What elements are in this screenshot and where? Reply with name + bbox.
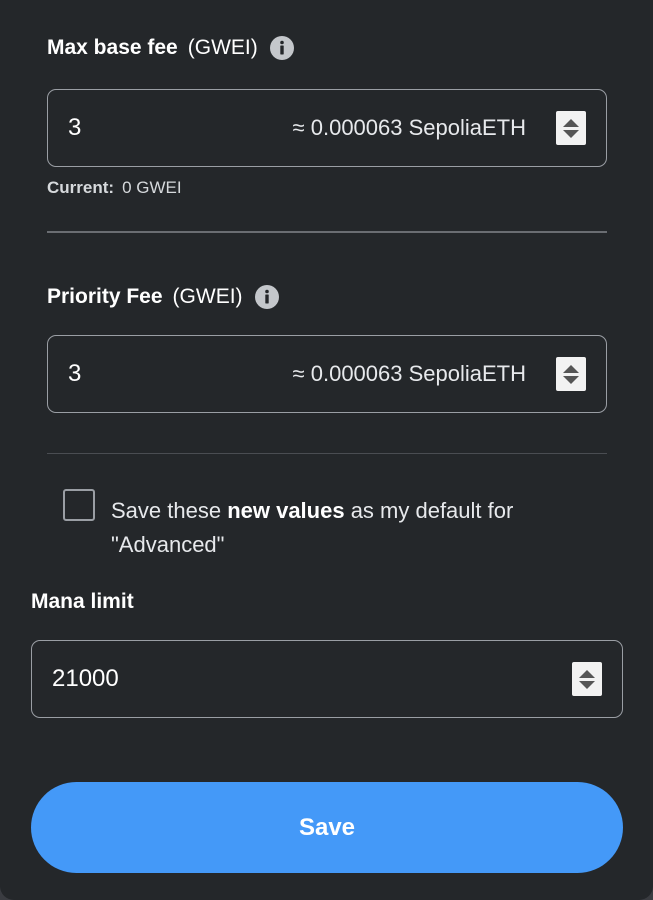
priority-fee-label: Priority Fee (47, 285, 163, 308)
current-base-fee: Current: 0 GWEI (47, 178, 182, 198)
advanced-gas-panel: Max base fee (GWEI) 3 ≈ 0.000063 Sepolia… (0, 0, 653, 900)
info-circle-icon[interactable] (254, 285, 279, 309)
priority-fee-stepper[interactable] (556, 357, 586, 391)
save-default-text-bold: new values (227, 498, 345, 523)
section-divider (47, 231, 607, 233)
current-label: Current: (47, 178, 115, 197)
save-default-text: Save these new values as my default for … (111, 494, 601, 562)
max-base-fee-input[interactable]: 3 ≈ 0.000063 SepoliaETH (47, 89, 607, 167)
priority-fee-value[interactable]: 3 (68, 360, 81, 388)
mana-limit-label: Mana limit (31, 590, 134, 613)
max-base-fee-value[interactable]: 3 (68, 114, 81, 142)
mana-limit-stepper[interactable] (572, 662, 602, 696)
priority-fee-label-row: Priority Fee (GWEI) (47, 285, 279, 309)
stepper-down-icon[interactable] (563, 129, 579, 138)
max-base-fee-label: Max base fee (47, 36, 178, 59)
priority-fee-input[interactable]: 3 ≈ 0.000063 SepoliaETH (47, 335, 607, 413)
stepper-up-icon[interactable] (579, 669, 595, 678)
max-base-fee-unit: (GWEI) (187, 36, 258, 59)
save-button[interactable]: Save (31, 782, 623, 873)
info-circle-icon[interactable] (269, 36, 294, 60)
stepper-down-icon[interactable] (563, 375, 579, 384)
priority-fee-conversion: ≈ 0.000063 SepoliaETH (292, 361, 526, 386)
save-default-checkbox[interactable] (63, 489, 95, 521)
max-base-fee-conversion: ≈ 0.000063 SepoliaETH (292, 115, 526, 140)
current-value: 0 GWEI (122, 178, 182, 197)
mana-limit-label-row: Mana limit (31, 590, 134, 614)
max-base-fee-stepper[interactable] (556, 111, 586, 145)
mana-limit-input[interactable]: 21000 (31, 640, 623, 718)
stepper-up-icon[interactable] (563, 118, 579, 127)
max-base-fee-label-row: Max base fee (GWEI) (47, 36, 294, 60)
priority-fee-unit: (GWEI) (172, 285, 243, 308)
stepper-up-icon[interactable] (563, 364, 579, 373)
section-divider (47, 453, 607, 454)
stepper-down-icon[interactable] (579, 680, 595, 689)
mana-limit-value[interactable]: 21000 (52, 665, 119, 693)
save-default-text-before: Save these (111, 498, 228, 523)
